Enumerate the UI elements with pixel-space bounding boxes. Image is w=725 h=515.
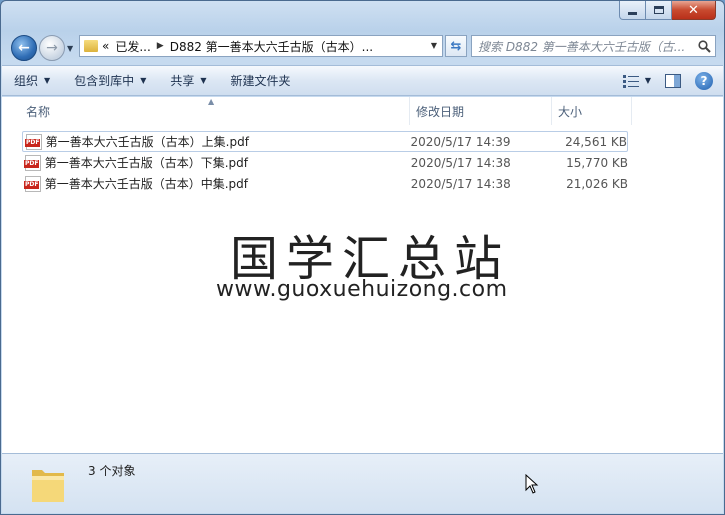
- back-button[interactable]: ←: [11, 35, 37, 61]
- explorer-window: ✕ ← → ▼ « 已发... ▶ D882 第一善本大六壬古版（古本）... …: [0, 0, 725, 515]
- command-bar: 组织 ▼ 包含到库中 ▼ 共享 ▼ 新建文件夹 ▼ ?: [2, 65, 723, 96]
- column-size-label: 大小: [558, 104, 583, 119]
- folder-icon: [84, 40, 98, 52]
- mouse-cursor-icon: [525, 474, 539, 494]
- back-arrow-icon: ←: [18, 40, 30, 56]
- column-headers: 名称 ▲ 修改日期 大小: [2, 97, 723, 125]
- chevron-down-icon: ▼: [44, 76, 51, 85]
- forward-button[interactable]: →: [39, 35, 65, 61]
- new-folder-button[interactable]: 新建文件夹: [219, 66, 303, 95]
- column-header-size[interactable]: 大小: [552, 97, 632, 125]
- help-icon[interactable]: ?: [695, 71, 713, 90]
- file-row[interactable]: PDF 第一善本大六壬古版（古本）上集.pdf 2020/5/17 14:39 …: [22, 131, 628, 152]
- column-name-label: 名称: [26, 104, 51, 119]
- chevron-down-icon: ▼: [200, 76, 207, 85]
- breadcrumb-parent[interactable]: 已发...: [115, 38, 150, 55]
- share-menu[interactable]: 共享 ▼: [158, 66, 218, 95]
- file-name: 第一善本大六壬古版（古本）中集.pdf: [44, 177, 248, 191]
- chevron-down-icon: ▼: [644, 76, 651, 85]
- file-size: 24,561 KB: [565, 134, 627, 149]
- file-date: 2020/5/17 14:38: [410, 155, 511, 170]
- maximize-icon: [653, 6, 664, 14]
- share-label: 共享: [170, 74, 195, 88]
- organize-label: 组织: [14, 74, 39, 88]
- file-row[interactable]: PDF 第一善本大六壬古版（古本）下集.pdf 2020/5/17 14:38 …: [22, 152, 628, 173]
- file-date: 2020/5/17 14:38: [410, 176, 511, 191]
- maximize-button[interactable]: [646, 1, 672, 20]
- search-input[interactable]: 搜索 D882 第一善本大六壬古版（古...: [472, 38, 693, 55]
- address-dropdown-icon[interactable]: ▼: [431, 41, 437, 50]
- column-date-label: 修改日期: [416, 104, 465, 119]
- close-icon: ✕: [688, 2, 699, 18]
- file-list: 名称 ▲ 修改日期 大小 PDF 第一善本大六壬古版（古本）上集.pdf 202…: [2, 97, 723, 453]
- file-date: 2020/5/17 14:39: [410, 134, 511, 149]
- file-row[interactable]: PDF 第一善本大六壬古版（古本）中集.pdf 2020/5/17 14:38 …: [22, 173, 628, 194]
- file-name: 第一善本大六壬古版（古本）上集.pdf: [45, 135, 249, 149]
- view-list-icon: [622, 74, 639, 88]
- pdf-file-icon: PDF: [24, 154, 41, 171]
- address-bar[interactable]: « 已发... ▶ D882 第一善本大六壬古版（古本）... ▼: [79, 35, 443, 57]
- search-box[interactable]: 搜索 D882 第一善本大六壬古版（古...: [471, 35, 716, 57]
- refresh-icon: ⇆: [450, 38, 462, 54]
- forward-arrow-icon: →: [46, 40, 58, 56]
- change-view-button[interactable]: ▼: [622, 74, 651, 88]
- include-in-library-label: 包含到库中: [74, 74, 135, 88]
- file-name: 第一善本大六壬古版（古本）下集.pdf: [44, 156, 248, 170]
- preview-pane-icon[interactable]: [665, 73, 681, 88]
- caption-buttons: ✕: [619, 1, 716, 20]
- file-size: 15,770 KB: [566, 155, 628, 170]
- sort-ascending-icon: ▲: [208, 97, 215, 106]
- toolbar-right: ▼ ?: [622, 66, 713, 95]
- breadcrumb-separator-icon[interactable]: ▶: [157, 41, 164, 51]
- minimize-button[interactable]: [619, 1, 646, 20]
- include-in-library-menu[interactable]: 包含到库中 ▼: [62, 66, 158, 95]
- file-size: 21,026 KB: [566, 176, 628, 191]
- breadcrumb-current[interactable]: D882 第一善本大六壬古版（古本）...: [170, 38, 373, 55]
- status-item-count: 3 个对象: [88, 464, 136, 478]
- refresh-button[interactable]: ⇆: [445, 35, 467, 57]
- search-icon[interactable]: [693, 39, 715, 53]
- column-header-name[interactable]: 名称 ▲: [2, 97, 410, 125]
- new-folder-label: 新建文件夹: [230, 74, 291, 88]
- recent-pages-dropdown[interactable]: ▼: [67, 44, 73, 53]
- address-prefix[interactable]: «: [102, 39, 109, 53]
- status-bar: 3 个对象: [2, 453, 723, 513]
- minimize-icon: [628, 11, 637, 15]
- watermark-url: www.guoxuehuizong.com: [216, 277, 508, 302]
- pdf-file-icon: PDF: [25, 133, 42, 150]
- organize-menu[interactable]: 组织 ▼: [2, 66, 62, 95]
- chevron-down-icon: ▼: [140, 76, 147, 85]
- pdf-file-icon: PDF: [24, 175, 41, 192]
- column-header-date[interactable]: 修改日期: [410, 97, 552, 125]
- folder-icon: [32, 470, 64, 502]
- close-button[interactable]: ✕: [672, 1, 716, 20]
